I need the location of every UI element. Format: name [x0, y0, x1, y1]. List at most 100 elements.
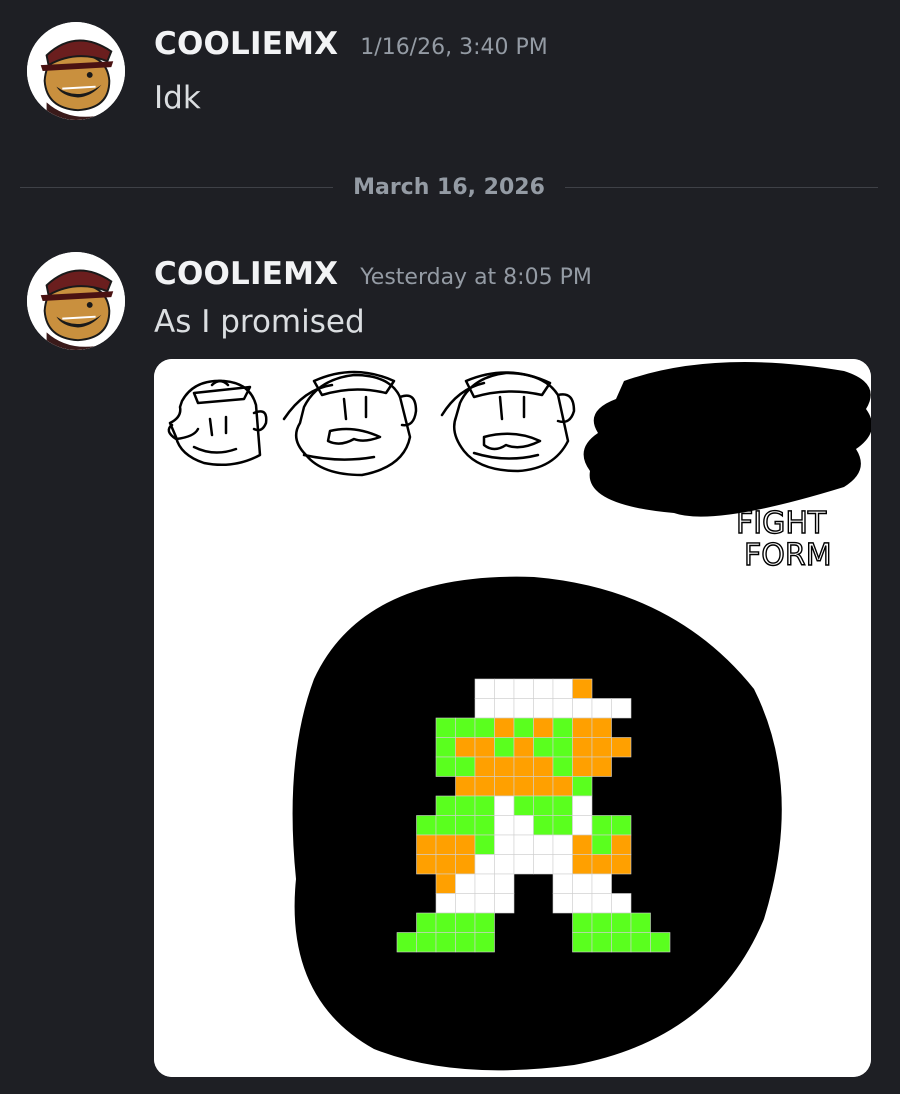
sprite-pixel [455, 815, 476, 836]
sprite-pixel [591, 873, 612, 894]
sprite-pixel [416, 912, 437, 933]
sprite-pixel [552, 815, 573, 836]
sprite-pixel [572, 737, 593, 758]
sprite-pixel [435, 854, 456, 875]
sprite-pixel [513, 737, 534, 758]
sprite-pixel [435, 834, 456, 855]
sprite-pixel [494, 776, 515, 797]
message-1: COOLIEMX 1/16/26, 3:40 PM Idk [0, 0, 900, 140]
user-avatar[interactable] [27, 22, 125, 120]
sprite-pixel [572, 776, 593, 797]
sprite-pixel [455, 737, 476, 758]
sprite-pixel [611, 932, 632, 953]
fight-form-text: FIGHT FORM [735, 505, 832, 573]
sprite-pixel [455, 776, 476, 797]
sprite-pixel [416, 932, 437, 953]
sprite-pixel [611, 698, 632, 719]
sprite-pixel [455, 932, 476, 953]
sprite-pixel [533, 756, 554, 777]
username[interactable]: COOLIEMX [154, 26, 338, 62]
sprite-pixel [455, 854, 476, 875]
sprite-pixel [572, 834, 593, 855]
sprite-pixel [474, 815, 495, 836]
sprite-pixel [533, 717, 554, 738]
sprite-pixel [474, 893, 495, 914]
timestamp[interactable]: 1/16/26, 3:40 PM [360, 35, 547, 60]
sprite-pixel [455, 717, 476, 738]
sprite-pixel [552, 776, 573, 797]
user-avatar[interactable] [27, 252, 125, 350]
sprite-pixel [513, 815, 534, 836]
sprite-pixel [552, 756, 573, 777]
sprite-pixel [494, 873, 515, 894]
sprite-pixel [611, 854, 632, 875]
sprite-pixel [474, 678, 495, 699]
sprite-pixel [611, 834, 632, 855]
sprite-pixel [572, 932, 593, 953]
sprite-pixel [474, 834, 495, 855]
sprite-pixel [591, 932, 612, 953]
message-header: COOLIEMX 1/16/26, 3:40 PM [154, 26, 548, 62]
sprite-pixel [552, 795, 573, 816]
image-attachment[interactable]: FIGHT FORM [154, 359, 871, 1077]
username[interactable]: COOLIEMX [154, 256, 338, 292]
sprite-pixel [416, 834, 437, 855]
sprite-pixel [513, 834, 534, 855]
sprite-pixel [552, 698, 573, 719]
sprite-pixel [435, 756, 456, 777]
sprite-pixel [591, 698, 612, 719]
sprite-pixel [494, 756, 515, 777]
sprite-pixel [591, 854, 612, 875]
sprite-pixel [591, 737, 612, 758]
sprite-pixel [572, 717, 593, 738]
sprite-pixel [533, 698, 554, 719]
sprite-pixel [591, 815, 612, 836]
sprite-pixel [591, 756, 612, 777]
sprite-pixel [435, 893, 456, 914]
sprite-pixel [630, 912, 651, 933]
sprite-pixel [455, 893, 476, 914]
sprite-pixel [572, 854, 593, 875]
sprite-pixel [513, 854, 534, 875]
sprite-pixel [474, 932, 495, 953]
sprite-pixel [572, 873, 593, 894]
message-text: Idk [154, 80, 201, 116]
sprite-pixel [591, 912, 612, 933]
sprite-pixel [494, 698, 515, 719]
sprite-pixel [552, 893, 573, 914]
sprite-pixel [572, 698, 593, 719]
svg-text:FIGHT: FIGHT [736, 506, 827, 541]
sprite-pixel [513, 717, 534, 738]
sprite-pixel [513, 776, 534, 797]
divider-line [20, 186, 334, 188]
sprite-pixel [533, 834, 554, 855]
sprite-pixel [494, 737, 515, 758]
sprite-pixel [474, 776, 495, 797]
svg-text:FORM: FORM [744, 538, 832, 573]
sprite-pixel [513, 795, 534, 816]
sprite-pixel [611, 912, 632, 933]
sprite-pixel [533, 776, 554, 797]
sprite-pixel [435, 932, 456, 953]
sprite-pixel [552, 678, 573, 699]
sprite-pixel [552, 737, 573, 758]
sprite-pixel [533, 678, 554, 699]
message-header: COOLIEMX Yesterday at 8:05 PM [154, 256, 592, 292]
timestamp[interactable]: Yesterday at 8:05 PM [360, 265, 592, 290]
sprite-pixel [494, 815, 515, 836]
sprite-pixel [474, 756, 495, 777]
sprite-pixel [416, 854, 437, 875]
sprite-pixel [455, 834, 476, 855]
sprite-pixel [650, 932, 671, 953]
sprite-pixel [552, 834, 573, 855]
drawing-image: FIGHT FORM [154, 359, 871, 1077]
sprite-pixel [494, 678, 515, 699]
sprite-pixel [552, 717, 573, 738]
sprite-pixel [572, 815, 593, 836]
sprite-pixel [513, 756, 534, 777]
sprite-pixel [591, 717, 612, 738]
sprite-pixel [591, 893, 612, 914]
sprite-pixel [474, 912, 495, 933]
sprite-pixel [572, 756, 593, 777]
sprite-pixel [572, 912, 593, 933]
